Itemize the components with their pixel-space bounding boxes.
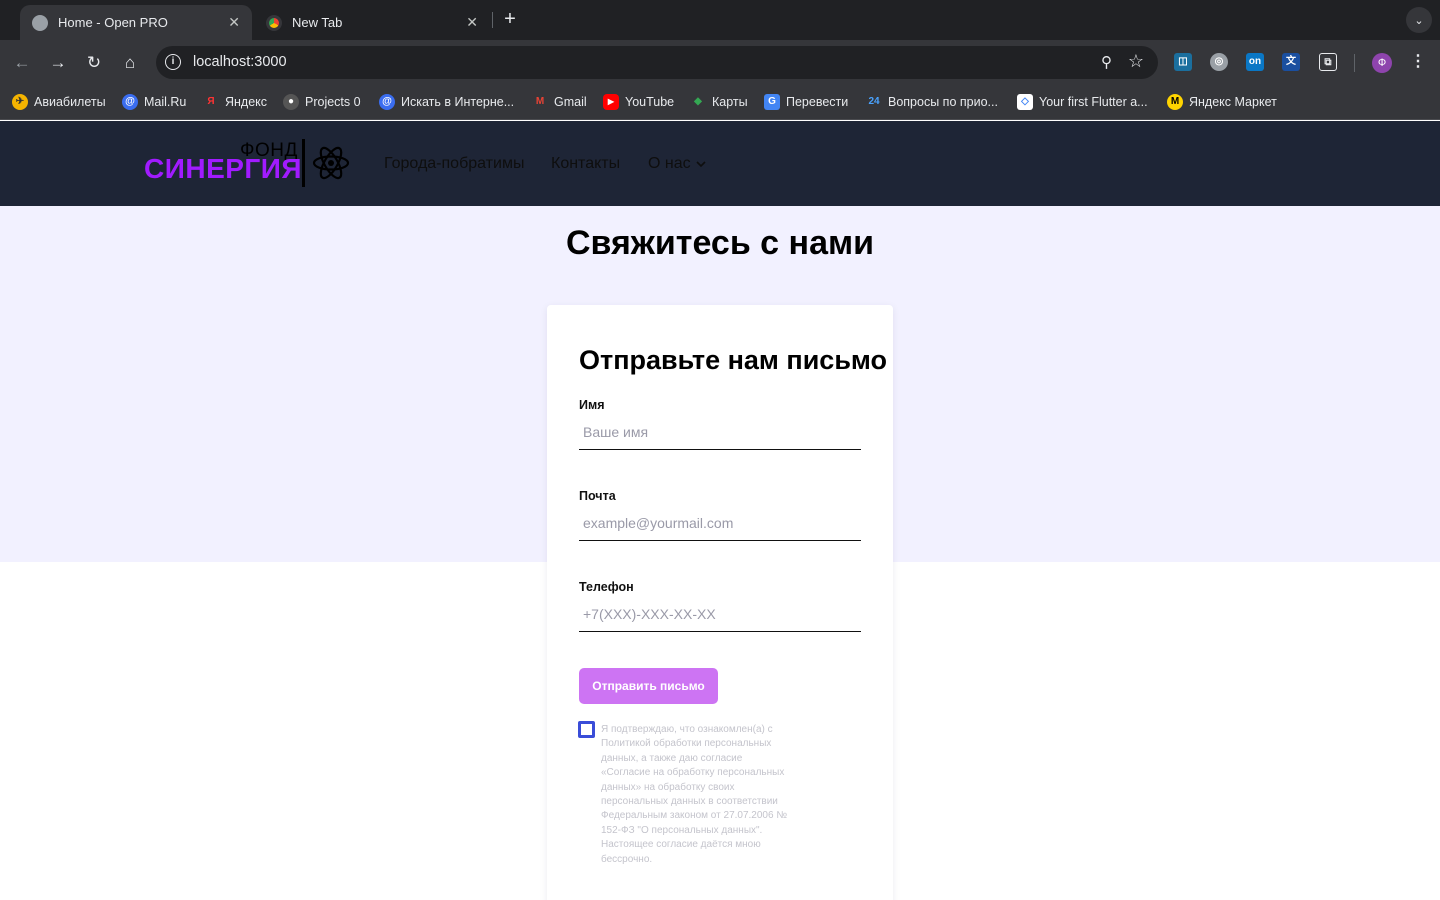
address-bar[interactable]: i localhost:3000 ⚲ ☆ (156, 46, 1158, 79)
consent-text: Я подтверждаю, что ознакомлен(а) с Полит… (601, 724, 788, 865)
extensions-puzzle-icon[interactable]: ⧉ (1319, 53, 1337, 71)
bookmark-star-icon[interactable]: ☆ (1128, 51, 1144, 72)
github-icon: ● (283, 94, 299, 110)
youtube-icon: ▶ (603, 94, 619, 110)
page-title: Свяжитесь с нами (565, 224, 875, 262)
extension-globe-icon[interactable]: ◎ (1210, 53, 1228, 71)
extension-on-icon[interactable]: on (1246, 53, 1264, 71)
site-info-icon[interactable]: i (165, 54, 181, 70)
chrome-icon (266, 14, 282, 31)
bookmark-item[interactable]: ● Projects 0 (283, 94, 361, 110)
email-label: Почта (579, 489, 616, 503)
browser-toolbar: ← → ↻ ⌂ i localhost:3000 ⚲ ☆ ◫ ◎ on 文 ⧉ … (0, 40, 1440, 85)
send-letter-button[interactable]: Отправить письмо (579, 668, 718, 704)
yandex-market-icon: M (1167, 94, 1183, 110)
translate-icon: G (764, 94, 780, 110)
tab-title: Home - Open PRO (58, 15, 168, 30)
browser-menu-icon[interactable]: ⋮ (1410, 51, 1426, 73)
bookmark-item[interactable]: Я Яндекс (203, 94, 267, 110)
browser-tabstrip: Home - Open PRO ✕ New Tab ✕ + ⌄ (0, 0, 1440, 40)
close-icon[interactable]: ✕ (228, 14, 240, 31)
bookmark-item[interactable]: M Яндекс Маркет (1167, 94, 1277, 110)
zoom-icon[interactable]: ⚲ (1101, 53, 1112, 71)
gmail-icon: M (535, 96, 545, 107)
site-logo[interactable]: ФОНД СИНЕРГИЯ (144, 139, 354, 189)
reload-button[interactable]: ↻ (82, 51, 106, 75)
new-tab-button[interactable]: + (500, 9, 520, 29)
tab-home[interactable]: Home - Open PRO ✕ (20, 5, 252, 40)
yandex-icon: Я (207, 96, 215, 107)
tab-divider (492, 12, 493, 28)
bookmark-item[interactable]: @ Mail.Ru (122, 94, 186, 110)
home-button[interactable]: ⌂ (118, 51, 142, 75)
logo-main-text: СИНЕРГИЯ (144, 153, 303, 184)
bookmark-item[interactable]: @ Искать в Интерне... (379, 94, 514, 110)
name-field[interactable] (579, 414, 861, 450)
toolbar-divider (1354, 54, 1355, 72)
nav-dropdown-about[interactable]: О нас (648, 155, 706, 173)
bookmark-item[interactable]: ◇ Your first Flutter a... (1017, 94, 1148, 110)
chevron-down-icon (696, 161, 706, 168)
tab-title: New Tab (292, 15, 343, 30)
extension-map-icon[interactable]: ◫ (1174, 53, 1192, 71)
atom-icon (312, 146, 350, 180)
bookmark-item[interactable]: G Перевести (764, 94, 848, 110)
bookmark-item[interactable]: ▶ YouTube (603, 94, 674, 110)
forward-button[interactable]: → (46, 51, 70, 75)
tab-new-tab[interactable]: New Tab ✕ (254, 5, 490, 40)
mailru-icon: @ (122, 94, 138, 110)
back-button[interactable]: ← (10, 51, 34, 75)
bookmark-icon: ✈ (12, 94, 28, 110)
nav-link-about: О нас (648, 155, 691, 172)
flutter-codelab-icon: ◇ (1017, 94, 1033, 110)
extension-translate-icon[interactable]: 文 (1282, 53, 1300, 71)
bookmark-item[interactable]: 24 Вопросы по прио... (866, 94, 998, 110)
contact-form-card: Отправьте нам письмо Имя Почта Телефон О… (547, 305, 893, 900)
form-title: Отправьте нам письмо (579, 345, 888, 375)
nav-link-contacts[interactable]: Контакты (551, 155, 620, 173)
phone-label: Телефон (579, 580, 634, 594)
logo-divider (302, 139, 305, 187)
bookmark-item[interactable]: ◆ Карты (690, 94, 747, 110)
close-icon[interactable]: ✕ (466, 14, 478, 31)
questions-icon: 24 (868, 96, 880, 107)
globe-icon (32, 14, 48, 31)
email-field[interactable] (579, 505, 861, 541)
phone-field[interactable] (579, 596, 861, 632)
bookmarks-bar: ✈ Авиабилеты @ Mail.Ru Я Яндекс ● Projects 0… (0, 85, 1440, 120)
nav-link-sister-cities[interactable]: Города-побратимы (384, 155, 524, 173)
bookmark-item[interactable]: ✈ Авиабилеты (12, 94, 106, 110)
tab-search-button[interactable]: ⌄ (1406, 7, 1432, 33)
url-text[interactable]: localhost:3000 (193, 54, 287, 70)
consent-checkbox[interactable] (578, 721, 595, 738)
bookmark-item[interactable]: M Gmail (532, 94, 587, 110)
search-mail-icon: @ (379, 94, 395, 110)
site-header: ФОНД СИНЕРГИЯ Города-побратимы Контакты … (0, 121, 1440, 206)
maps-pin-icon: ◆ (694, 96, 702, 107)
name-label: Имя (579, 398, 605, 412)
profile-avatar[interactable]: Ф (1372, 53, 1392, 73)
